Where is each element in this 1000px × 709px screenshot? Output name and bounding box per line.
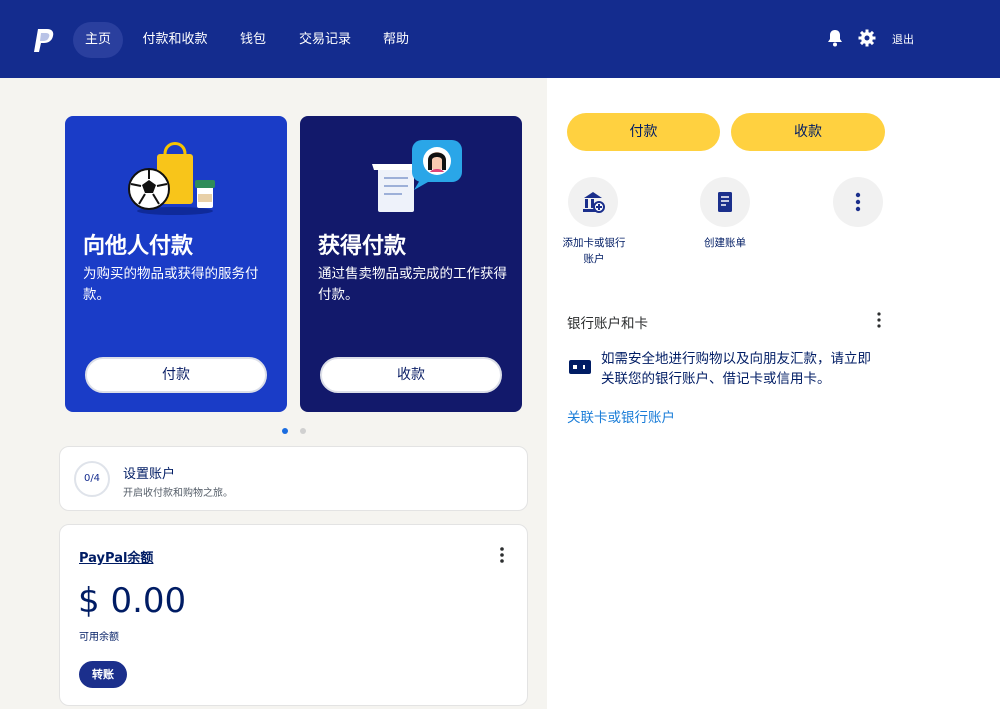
top-navigation-bar: 主页 付款和收款 钱包 交易记录 帮助 退出 bbox=[0, 0, 1000, 78]
more-actions-button[interactable] bbox=[833, 177, 883, 227]
nav-activity[interactable]: 交易记录 bbox=[294, 22, 356, 58]
carousel-dot-active[interactable] bbox=[282, 428, 288, 434]
nav-home[interactable]: 主页 bbox=[73, 22, 123, 58]
bank-add-icon bbox=[583, 192, 605, 213]
balance-amount: $ 0.00 bbox=[78, 581, 187, 621]
vertical-dots-icon bbox=[855, 192, 861, 212]
nav-wallet[interactable]: 钱包 bbox=[232, 22, 274, 58]
send-card-description: 为购买的物品或获得的服务付款。 bbox=[83, 266, 259, 303]
pay-button[interactable]: 付款 bbox=[567, 113, 720, 151]
receive-card-description: 通过售卖物品或完成的工作获得付款。 bbox=[318, 266, 507, 303]
bank-section-description: 如需安全地进行购物以及向朋友汇款，请立即关联您的银行账户、借记卡或信用卡。 bbox=[601, 351, 871, 387]
balance-available-label: 可用余额 bbox=[79, 632, 119, 643]
balance-title-link[interactable]: PayPal余额 bbox=[79, 547, 153, 566]
receive-request-button[interactable]: 收款 bbox=[320, 357, 502, 393]
setup-progress-badge: 0/4 bbox=[74, 461, 110, 497]
nav-help[interactable]: 帮助 bbox=[376, 22, 416, 58]
request-button[interactable]: 收款 bbox=[731, 113, 885, 151]
send-pay-button[interactable]: 付款 bbox=[85, 357, 267, 393]
send-money-card[interactable]: 向他人付款 为购买的物品或获得的服务付款。 付款 bbox=[65, 116, 287, 412]
invoice-chat-illustration-icon bbox=[372, 140, 462, 212]
account-setup-panel[interactable]: 0/4 设置账户 开启收付款和购物之旅。 bbox=[59, 446, 528, 511]
carousel-dot[interactable] bbox=[300, 428, 306, 434]
paypal-balance-panel: PayPal余额 $ 0.00 可用余额 转账 bbox=[59, 524, 528, 706]
receive-card-title: 获得付款 bbox=[318, 234, 407, 259]
bell-icon[interactable] bbox=[826, 29, 844, 47]
send-card-title: 向他人付款 bbox=[83, 234, 194, 259]
setup-title: 设置账户 bbox=[123, 467, 176, 482]
nav-pay-and-receive[interactable]: 付款和收款 bbox=[138, 22, 212, 58]
link-card-bank-link[interactable]: 关联卡或银行账户 bbox=[567, 406, 675, 426]
settings-gear-icon[interactable] bbox=[858, 29, 876, 47]
transfer-button[interactable]: 转账 bbox=[79, 661, 127, 688]
receive-money-card[interactable]: 获得付款 通过售卖物品或完成的工作获得付款。 收款 bbox=[300, 116, 522, 412]
create-invoice-button[interactable] bbox=[700, 177, 750, 227]
create-invoice-label[interactable]: 创建账单 bbox=[692, 235, 758, 251]
paypal-logo-icon[interactable] bbox=[32, 27, 56, 55]
invoice-icon bbox=[718, 192, 732, 212]
bank-section-title: 银行账户和卡 bbox=[567, 316, 648, 332]
add-card-bank-button[interactable] bbox=[568, 177, 618, 227]
add-card-bank-label[interactable]: 添加卡或银行账户 bbox=[562, 235, 626, 267]
logout-link[interactable]: 退出 bbox=[892, 31, 914, 47]
shopping-bag-soccer-illustration-icon bbox=[128, 142, 215, 215]
more-options-icon[interactable] bbox=[492, 545, 512, 565]
bank-section-more-icon[interactable] bbox=[870, 311, 888, 329]
bank-card-icon bbox=[569, 360, 591, 374]
setup-subtitle: 开启收付款和购物之旅。 bbox=[123, 488, 233, 499]
